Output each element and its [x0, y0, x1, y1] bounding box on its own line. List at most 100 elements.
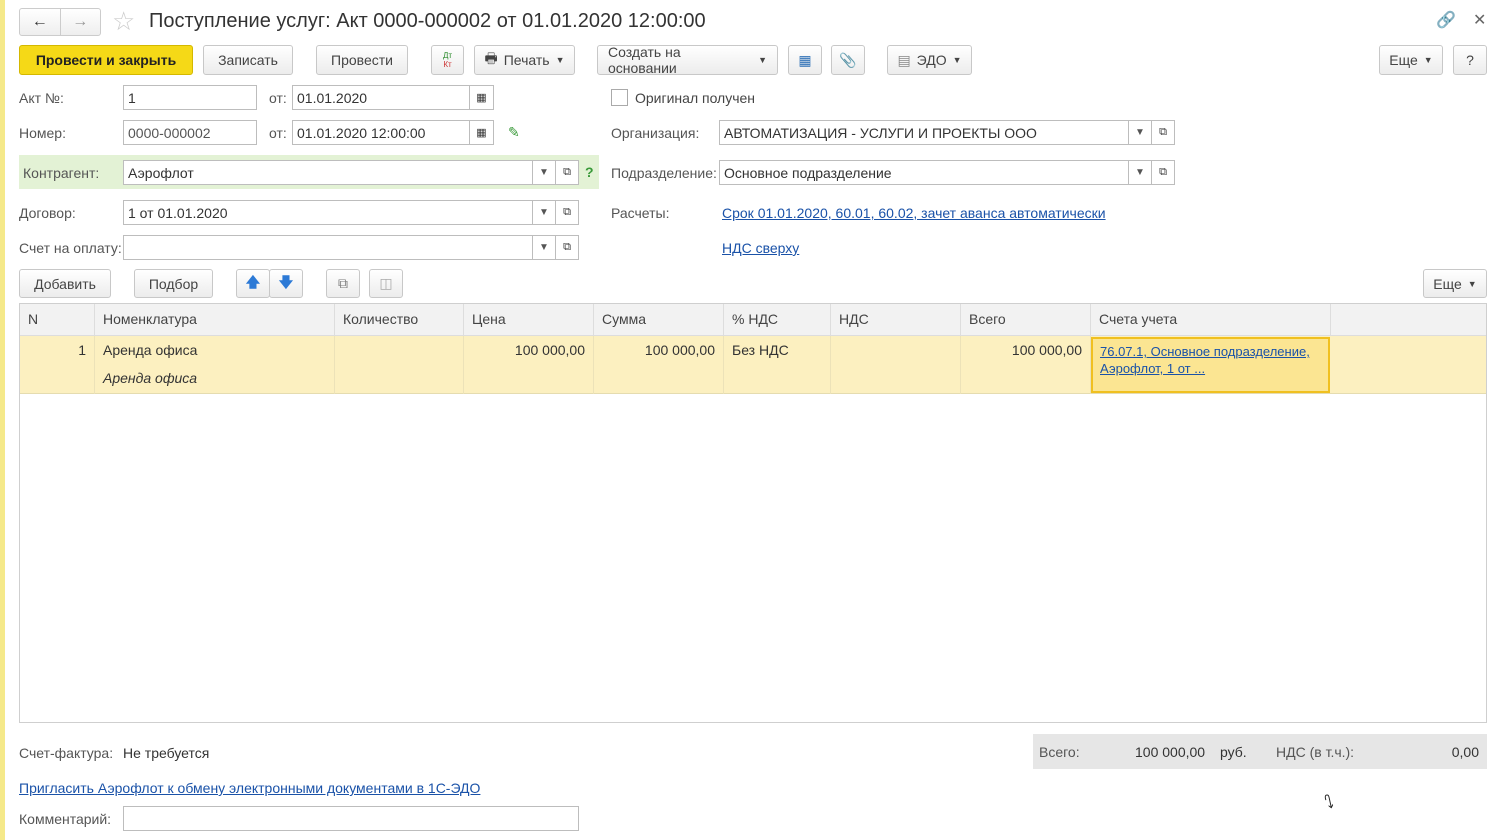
invoice-factura-label: Счет-фактура:	[19, 745, 114, 761]
accounts-link[interactable]: 76.07.1, Основное подразделение, Аэрофло…	[1100, 344, 1310, 376]
nav-buttons: ← →	[19, 8, 101, 36]
paste-icon[interactable]: ◫	[369, 269, 403, 298]
dropdown-icon: ▼	[1467, 278, 1477, 289]
counterparty-input[interactable]: Аэрофлот ▼	[123, 160, 556, 185]
act-no-input[interactable]: 1	[123, 85, 257, 110]
link-icon[interactable]: 🔗	[1436, 10, 1456, 30]
cell-n: 1	[20, 336, 95, 394]
table-more-label: Еще	[1433, 275, 1462, 292]
edo-button[interactable]: ▤ ЭДО ▼	[887, 45, 972, 75]
act-no-label: Акт №:	[19, 90, 64, 106]
save-button[interactable]: Записать	[203, 45, 293, 75]
col-header-accounts[interactable]: Счета учета	[1091, 304, 1331, 336]
table-row[interactable]: 1 Аренда офиса Аренда офиса 100 000,00 10…	[20, 336, 1486, 394]
kt-label: Кт	[443, 60, 452, 69]
calendar-icon[interactable]: ▦	[469, 85, 494, 110]
create-based-on-button[interactable]: Создать на основании ▼	[597, 44, 778, 76]
dropdown-icon[interactable]: ▼	[532, 200, 556, 225]
star-icon[interactable]: ☆	[112, 6, 135, 37]
post-and-close-button[interactable]: Провести и закрыть	[19, 45, 193, 75]
window-edge	[0, 0, 5, 840]
table-more-button[interactable]: Еще ▼	[1423, 269, 1487, 298]
dropdown-icon: ▼	[952, 55, 962, 65]
help-question-icon[interactable]: ?	[585, 164, 594, 180]
act-date-input[interactable]: 01.01.2020	[292, 85, 470, 110]
col-header-vat-rate[interactable]: % НДС	[724, 304, 831, 336]
print-button[interactable]: 🖶 Печать ▼	[474, 45, 575, 75]
create-based-label: Создать на основании	[608, 44, 681, 76]
division-input[interactable]: Основное подразделение ▼	[719, 160, 1152, 185]
open-icon[interactable]: ⧉	[1151, 160, 1175, 185]
col-header-price[interactable]: Цена	[464, 304, 594, 336]
cell-sum: 100 000,00	[594, 336, 724, 394]
open-icon[interactable]: ⧉	[555, 200, 579, 225]
col-header-n[interactable]: N	[20, 304, 95, 336]
doc-date-label: от:	[269, 125, 287, 141]
dropdown-icon: ▼	[555, 55, 565, 65]
dt-kt-button[interactable]: Дт Кт	[431, 45, 464, 75]
total-value: 100 000,00	[1135, 744, 1206, 760]
pick-button[interactable]: Подбор	[134, 269, 213, 298]
organization-value: АВТОМАТИЗАЦИЯ - УСЛУГИ И ПРОЕКТЫ ООО	[724, 124, 1037, 141]
doc-date-value: 01.01.2020 12:00:00	[297, 124, 426, 141]
move-up-icon[interactable]: 🡅	[236, 269, 270, 298]
invoice-factura-value: Не требуется	[123, 745, 210, 761]
organization-input[interactable]: АВТОМАТИЗАЦИЯ - УСЛУГИ И ПРОЕКТЫ ООО ▼	[719, 120, 1152, 145]
structure-icon[interactable]: ▦	[788, 45, 822, 75]
open-icon[interactable]: ⧉	[555, 160, 579, 185]
dropdown-icon[interactable]: ▼	[532, 235, 556, 260]
contract-input[interactable]: 1 от 01.01.2020 ▼	[123, 200, 556, 225]
number-label: Номер:	[19, 125, 66, 141]
division-value: Основное подразделение	[724, 164, 892, 181]
vat-on-top-link[interactable]: НДС сверху	[722, 240, 799, 256]
edit-check-icon[interactable]: ✎	[508, 124, 520, 141]
doc-date-input[interactable]: 01.01.2020 12:00:00	[292, 120, 470, 145]
col-header-qty[interactable]: Количество	[335, 304, 464, 336]
comment-input[interactable]	[123, 806, 579, 831]
item-content: Аренда офиса	[103, 370, 198, 386]
invoice-input[interactable]: ▼	[123, 235, 556, 260]
add-button[interactable]: Добавить	[19, 269, 111, 298]
paperclip-icon[interactable]: 📎	[831, 45, 865, 75]
contract-label: Договор:	[19, 205, 76, 221]
settlements-link[interactable]: Срок 01.01.2020, 60.01, 60.02, зачет ава…	[722, 205, 1106, 221]
move-down-icon[interactable]: 🡇	[269, 269, 303, 298]
original-received-checkbox[interactable]	[611, 89, 628, 106]
col-header-vat[interactable]: НДС	[831, 304, 961, 336]
cell-price: 100 000,00	[464, 336, 594, 394]
edo-icon: ▤	[897, 51, 911, 68]
col-header-sum[interactable]: Сумма	[594, 304, 724, 336]
counterparty-label: Контрагент:	[23, 165, 100, 181]
help-button[interactable]: ?	[1453, 45, 1487, 75]
invite-edo-link[interactable]: Пригласить Аэрофлот к обмену электронным…	[19, 780, 480, 796]
cell-vat	[831, 336, 961, 394]
open-icon[interactable]: ⧉	[555, 235, 579, 260]
open-icon[interactable]: ⧉	[1151, 120, 1175, 145]
dropdown-icon: ▼	[758, 55, 767, 65]
vat-total-value: 0,00	[1451, 744, 1479, 760]
cell-accounts[interactable]: 76.07.1, Основное подразделение, Аэрофло…	[1091, 337, 1330, 393]
col-header-item[interactable]: Номенклатура	[95, 304, 335, 336]
close-icon[interactable]: ✕	[1473, 10, 1486, 30]
settlements-label: Расчеты:	[611, 205, 670, 221]
printer-icon: 🖶	[484, 50, 498, 66]
copy-icon[interactable]: ⧉	[326, 269, 360, 298]
col-header-total[interactable]: Всего	[961, 304, 1091, 336]
more-button[interactable]: Еще ▼	[1379, 45, 1443, 75]
totals-panel: Всего: 100 000,00 руб. НДС (в т.ч.): 0,0…	[1033, 734, 1487, 769]
post-button[interactable]: Провести	[316, 45, 408, 75]
forward-arrow-icon[interactable]: →	[61, 9, 101, 35]
dropdown-icon[interactable]: ▼	[1128, 120, 1152, 145]
cell-vat-rate: Без НДС	[724, 336, 831, 394]
dropdown-icon[interactable]: ▼	[1128, 160, 1152, 185]
act-date-label: от:	[269, 90, 287, 106]
goods-table: N Номенклатура Количество Цена Сумма % Н…	[19, 303, 1487, 723]
dt-label: Дт	[442, 51, 453, 60]
calendar-icon[interactable]: ▦	[469, 120, 494, 145]
number-input[interactable]: 0000-000002	[123, 120, 257, 145]
organization-label: Организация:	[611, 125, 700, 141]
item-name: Аренда офиса	[103, 342, 198, 358]
vat-total-label: НДС (в т.ч.):	[1276, 744, 1355, 760]
back-arrow-icon[interactable]: ←	[20, 9, 61, 35]
dropdown-icon[interactable]: ▼	[532, 160, 556, 185]
